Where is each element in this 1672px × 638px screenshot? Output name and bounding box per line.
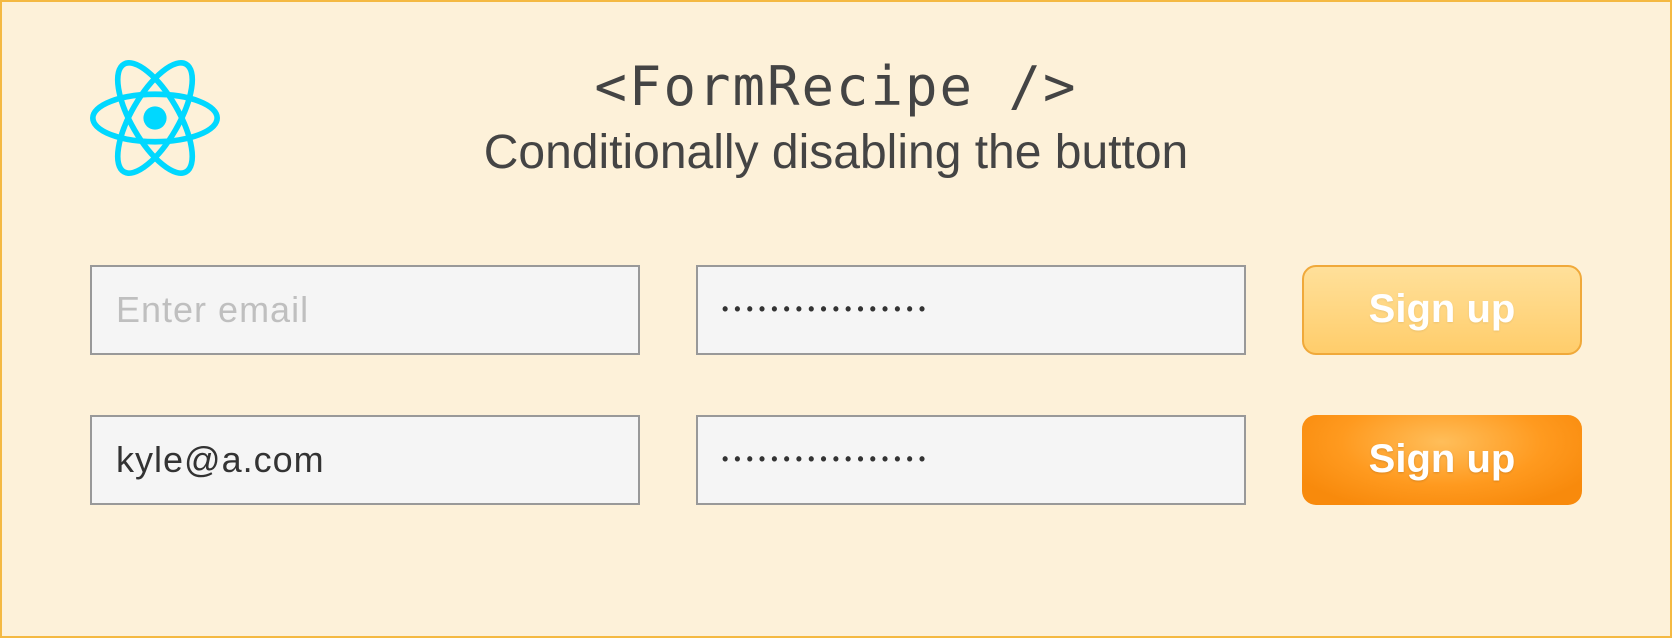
signup-button-disabled[interactable]: Sign up — [1302, 265, 1582, 355]
signup-button-enabled[interactable]: Sign up — [1302, 415, 1582, 505]
password-input-2[interactable] — [696, 415, 1246, 505]
form-row-disabled: Sign up — [90, 265, 1582, 355]
form-row-enabled: Sign up — [90, 415, 1582, 505]
password-input-1[interactable] — [696, 265, 1246, 355]
header: <FormRecipe /> Conditionally disabling t… — [90, 52, 1582, 185]
main-card: <FormRecipe /> Conditionally disabling t… — [0, 0, 1672, 638]
page-subtitle: Conditionally disabling the button — [90, 122, 1582, 184]
email-input-empty[interactable] — [90, 265, 640, 355]
title-block: <FormRecipe /> Conditionally disabling t… — [90, 52, 1582, 185]
email-input-filled[interactable] — [90, 415, 640, 505]
page-title: <FormRecipe /> — [90, 52, 1582, 122]
